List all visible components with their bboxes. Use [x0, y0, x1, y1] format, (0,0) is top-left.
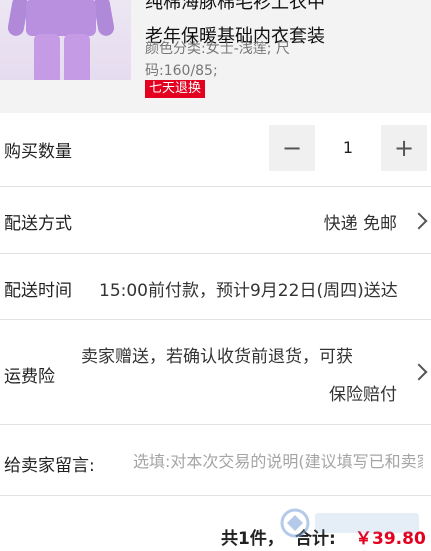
shipping-insurance-text-line1: 卖家赠送，若确认收货前退货，可获: [81, 347, 353, 367]
quantity-increase-button[interactable]: +: [381, 125, 427, 171]
product-spec: 颜色分类:女士-浅莲; 尺码:160/85;: [145, 41, 290, 79]
shipping-insurance-text-line2: 保险赔付: [329, 385, 397, 405]
seller-message-input[interactable]: [133, 447, 423, 475]
quantity-value[interactable]: 1: [315, 125, 381, 171]
delivery-time-label: 配送时间: [4, 281, 72, 301]
shipping-insurance-row[interactable]: 运费险 卖家赠送，若确认收货前退货，可获 保险赔付: [0, 320, 431, 425]
seller-message-label: 给卖家留言:: [4, 456, 95, 476]
shipping-method-label: 配送方式: [4, 214, 72, 234]
product-card[interactable]: 纯棉海豚棉毛衫上衣中 老年保暖基础内衣套装 颜色分类:女士-浅莲; 尺码:160…: [0, 0, 431, 113]
watermark-logo: [280, 508, 419, 538]
chevron-right-icon: [410, 363, 428, 381]
shipping-insurance-label: 运费险: [4, 367, 55, 387]
product-thumbnail[interactable]: [0, 0, 131, 80]
shipping-method-row[interactable]: 配送方式 快递 免邮: [0, 187, 431, 254]
chevron-right-icon: [410, 212, 428, 230]
delivery-time-row: 配送时间 15:00前付款，预计9月22日(周四)送达: [0, 254, 431, 320]
shipping-method-value: 快递 免邮: [323, 214, 397, 234]
delivery-time-value: 15:00前付款，预计9月22日(周四)送达: [99, 281, 398, 301]
product-title-line1: 纯棉海豚棉毛衫上衣中: [145, 0, 325, 13]
quantity-decrease-button[interactable]: −: [269, 125, 315, 171]
return-policy-badge: 七天退换: [145, 80, 206, 98]
quantity-row: 购买数量 − 1 +: [0, 113, 431, 187]
seller-message-row: 给卖家留言:: [0, 425, 431, 496]
item-count: 共1件，: [221, 529, 284, 549]
quantity-label: 购买数量: [4, 142, 72, 162]
